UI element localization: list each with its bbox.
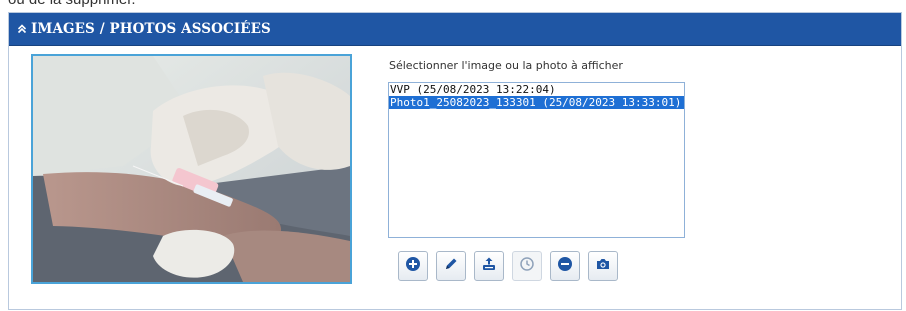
list-item[interactable]: VVP (25/08/2023 13:22:04)	[389, 83, 684, 96]
minus-circle-icon	[557, 256, 573, 276]
list-item-selected[interactable]: Photo1_25082023_133301 (25/08/2023 13:33…	[389, 96, 684, 109]
image-toolbar	[398, 251, 626, 281]
remove-button[interactable]	[550, 251, 580, 281]
image-preview	[31, 54, 352, 284]
double-chevron-up-icon[interactable]	[17, 24, 27, 34]
pencil-icon	[443, 256, 459, 276]
camera-button[interactable]	[588, 251, 618, 281]
top-text-fragment: ou de la supprimer.	[8, 0, 136, 8]
image-select-label: Sélectionner l'image ou la photo à affic…	[389, 59, 623, 72]
camera-icon	[595, 256, 611, 276]
panel-header[interactable]: IMAGES / PHOTOS ASSOCIÉES	[9, 13, 901, 46]
panel-title: IMAGES / PHOTOS ASSOCIÉES	[31, 21, 271, 37]
timer-button[interactable]	[512, 251, 542, 281]
photo-illustration	[33, 56, 350, 282]
upload-icon	[481, 256, 497, 276]
clock-icon	[519, 256, 535, 276]
edit-button[interactable]	[436, 251, 466, 281]
plus-circle-icon	[405, 256, 421, 276]
upload-button[interactable]	[474, 251, 504, 281]
image-listbox[interactable]: VVP (25/08/2023 13:22:04) Photo1_2508202…	[388, 82, 685, 238]
add-button[interactable]	[398, 251, 428, 281]
